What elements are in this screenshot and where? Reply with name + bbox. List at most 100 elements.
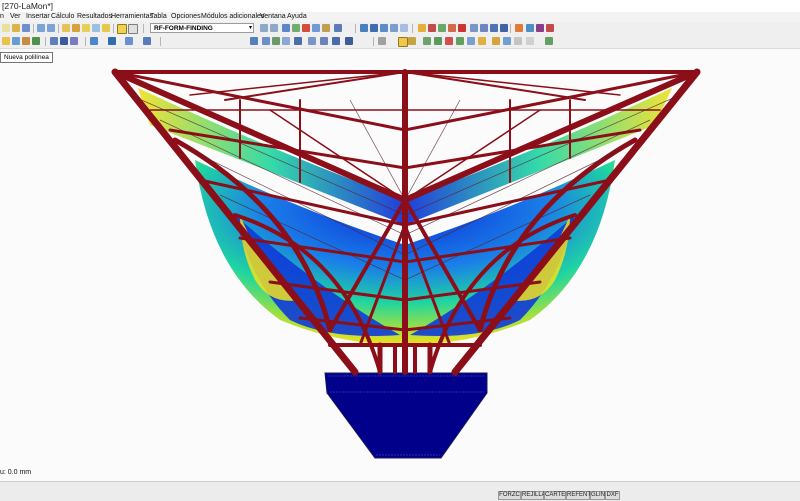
snap-toggle-icon[interactable]: [526, 37, 534, 45]
save-icon[interactable]: [22, 24, 30, 32]
next-icon[interactable]: [270, 24, 278, 32]
menu-ver[interactable]: Ver: [10, 12, 21, 22]
menu-herramientas[interactable]: Herramientas: [111, 12, 153, 22]
menu-ayuda[interactable]: Ayuda: [287, 12, 307, 22]
model-viewport[interactable]: [0, 49, 800, 481]
info-icon[interactable]: [526, 24, 534, 32]
visibility-icon[interactable]: [282, 37, 290, 45]
calculate-icon[interactable]: [302, 24, 310, 32]
results-icon[interactable]: [82, 24, 90, 32]
check-icon[interactable]: [292, 24, 300, 32]
grid-icon[interactable]: [490, 24, 498, 32]
solid-icon[interactable]: [448, 24, 456, 32]
redo-icon[interactable]: [47, 24, 55, 32]
line-icon[interactable]: [22, 37, 30, 45]
copy-icon[interactable]: [456, 37, 464, 45]
member-icon[interactable]: [438, 24, 446, 32]
menu-tabla[interactable]: Tabla: [150, 12, 167, 22]
new-file-icon[interactable]: [2, 24, 10, 32]
draw-polyline-icon[interactable]: [398, 37, 408, 47]
deformation-icon[interactable]: [345, 37, 353, 45]
menu-archivo[interactable]: n: [0, 12, 4, 22]
arc-icon[interactable]: [408, 37, 416, 45]
filter-icon[interactable]: [470, 24, 478, 32]
window-toggle-icon[interactable]: [128, 24, 138, 34]
surface-icon[interactable]: [50, 37, 58, 45]
export-icon[interactable]: [515, 24, 523, 32]
toggle-refent[interactable]: REFENT: [566, 491, 591, 500]
mark-icon[interactable]: [428, 24, 436, 32]
toolbar-separator: [33, 24, 34, 33]
close-icon[interactable]: [458, 24, 466, 32]
toolbar-separator: [355, 24, 356, 33]
pen-icon[interactable]: [378, 37, 386, 45]
opening-icon[interactable]: [60, 37, 68, 45]
hinge-icon[interactable]: [108, 37, 116, 45]
mirror-icon[interactable]: [467, 37, 475, 45]
toggle-glin[interactable]: GLIN: [590, 491, 605, 500]
toolbar-separator: [373, 37, 374, 46]
workplane-icon[interactable]: [308, 37, 316, 45]
section-icon[interactable]: [480, 24, 488, 32]
toggle-cartes[interactable]: CARTES: [544, 491, 569, 500]
window-title: [270-LaMon*]: [2, 1, 54, 11]
undo-icon[interactable]: [37, 24, 45, 32]
layer-icon[interactable]: [500, 24, 508, 32]
guide-icon[interactable]: [272, 37, 280, 45]
coordinate-icon[interactable]: [294, 37, 302, 45]
plugin-icon[interactable]: [536, 24, 544, 32]
previous-icon[interactable]: [260, 24, 268, 32]
menu-calculo[interactable]: Cálculo: [51, 12, 74, 22]
edit-icon[interactable]: [282, 24, 290, 32]
support-box: [324, 372, 488, 459]
menu-ventana[interactable]: Ventana: [260, 12, 286, 22]
select-icon[interactable]: [503, 37, 511, 45]
dimension-icon[interactable]: [250, 37, 258, 45]
settings-icon[interactable]: [92, 24, 100, 32]
menu-bar: n Ver Insertar Cálculo Resultados Herram…: [0, 12, 800, 22]
comment-icon[interactable]: [262, 37, 270, 45]
render-icon[interactable]: [62, 24, 70, 32]
toggle-rejilla[interactable]: REJILLA: [521, 491, 546, 500]
menu-modulos-adicionales[interactable]: Módulos adicionales: [201, 12, 264, 22]
zoom-icon[interactable]: [102, 24, 110, 32]
view-icon[interactable]: [72, 24, 80, 32]
spline-icon[interactable]: [423, 37, 431, 45]
iso-view-icon[interactable]: [380, 24, 388, 32]
highlight-icon[interactable]: [418, 24, 426, 32]
menu-insertar[interactable]: Insertar: [26, 12, 50, 22]
load-case-icon[interactable]: [143, 37, 151, 45]
circle-icon[interactable]: [434, 37, 442, 45]
move-icon[interactable]: [360, 24, 368, 32]
rotate-icon[interactable]: [370, 24, 378, 32]
check-model-icon[interactable]: [545, 37, 553, 45]
menu-resultados[interactable]: Resultados: [77, 12, 112, 22]
toolbar-separator: [85, 37, 86, 46]
support-icon[interactable]: [90, 37, 98, 45]
toolbar-separator: [510, 24, 511, 33]
table-icon[interactable]: [312, 24, 320, 32]
model-icon[interactable]: [322, 24, 330, 32]
mesh-icon[interactable]: [332, 37, 340, 45]
toggle-forzc[interactable]: FORZC: [498, 491, 521, 500]
menu-opciones[interactable]: Opciones: [171, 12, 201, 22]
open-icon[interactable]: [12, 24, 20, 32]
display-toggle-icon[interactable]: [117, 24, 127, 34]
print-icon[interactable]: [334, 24, 342, 32]
node-icon[interactable]: [12, 37, 20, 45]
grid-toggle-icon[interactable]: [514, 37, 522, 45]
front-view-icon[interactable]: [390, 24, 398, 32]
merge-icon[interactable]: [492, 37, 500, 45]
delete-icon[interactable]: [445, 37, 453, 45]
solid-tool-icon[interactable]: [70, 37, 78, 45]
help-icon[interactable]: [546, 24, 554, 32]
divide-icon[interactable]: [478, 37, 486, 45]
member-tool-icon[interactable]: [32, 37, 40, 45]
snap-icon[interactable]: [2, 37, 10, 45]
module-select[interactable]: RF-FORM-FINDING ▾: [150, 23, 254, 33]
axis-icon[interactable]: [320, 37, 328, 45]
side-view-icon[interactable]: [400, 24, 408, 32]
load-icon[interactable]: [125, 37, 133, 45]
toggle-dxf[interactable]: DXF: [605, 491, 620, 500]
toolbar-separator: [160, 37, 161, 46]
